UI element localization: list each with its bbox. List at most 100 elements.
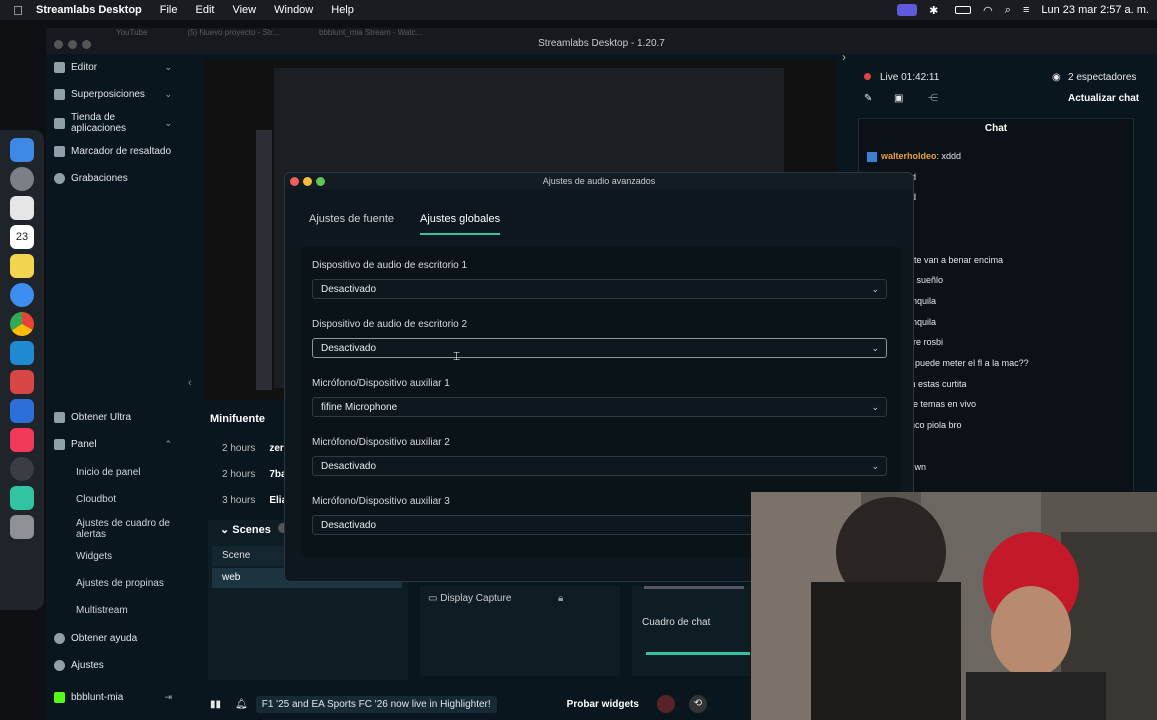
sidebar-subitem-widgets[interactable]: Widgets	[76, 551, 112, 562]
sidebar-item-help[interactable]: Obtener ayuda	[54, 633, 137, 644]
menu-window[interactable]: Window	[274, 4, 313, 16]
streamlabs-icon[interactable]	[10, 486, 34, 510]
collapse-sidebar-icon[interactable]: ‹	[188, 377, 192, 389]
safari-icon[interactable]	[10, 283, 34, 307]
bell-icon[interactable]: 🔔︎	[235, 699, 248, 710]
ultra-icon	[54, 412, 65, 423]
device-label: Micrófono/Dispositivo auxiliar 3	[312, 496, 450, 507]
notification-banner[interactable]: F1 '25 and EA Sports FC '26 now live in …	[255, 695, 497, 713]
menubar-clock[interactable]: Lun 23 mar 2:57 a. m.	[1041, 4, 1149, 16]
control-center-icon[interactable]: ≡	[1023, 4, 1029, 16]
scenes-title[interactable]: ⌄ Scenes	[220, 523, 288, 536]
desktop-audio-1-select[interactable]: Desactivado ⌄	[312, 279, 887, 299]
sidebar-subitem-alertbox[interactable]: Ajustes de cuadro de alertas	[76, 518, 172, 540]
sidebar-item-label: Ajustes	[71, 660, 104, 671]
mixer-source-label: Cuadro de chat	[642, 617, 711, 628]
music-icon[interactable]	[10, 428, 34, 452]
trash-icon[interactable]	[10, 515, 34, 539]
chat-username[interactable]: walterholdeo	[881, 151, 937, 161]
sidebar-item-ultra[interactable]: Obtener Ultra	[54, 412, 131, 423]
mouse-cursor-icon: ⌶	[453, 349, 461, 363]
menu-app-name[interactable]: Streamlabs Desktop	[36, 4, 142, 16]
pencil-icon[interactable]: ✎	[864, 93, 872, 104]
live-dot-icon	[864, 73, 871, 80]
menu-help[interactable]: Help	[331, 4, 354, 16]
sidebar-item-label: Superposiciones	[71, 89, 145, 100]
modal-titlebar: Ajustes de audio avanzados	[285, 173, 913, 189]
menu-file[interactable]: File	[160, 4, 178, 16]
search-icon[interactable]: ⌕	[1005, 4, 1011, 17]
record-button[interactable]	[656, 695, 675, 713]
sidebar-item-app-store[interactable]: Tienda de aplicaciones ⌄	[54, 112, 178, 134]
sidebar-item-settings[interactable]: Ajustes	[54, 660, 104, 671]
replay-icon[interactable]: ⟲	[688, 695, 707, 713]
mic-aux-2-select[interactable]: Desactivado ⌄	[312, 456, 887, 476]
screen-record-icon[interactable]	[897, 4, 918, 16]
app-red-icon[interactable]	[10, 370, 34, 394]
modal-tabs: Ajustes de fuente Ajustes globales	[309, 213, 501, 235]
nested-dock-preview	[256, 130, 272, 390]
wifi-icon[interactable]: ◠	[983, 4, 993, 17]
lock-icon[interactable]: 🔒︎	[558, 593, 563, 604]
volume-bar[interactable]	[644, 586, 744, 589]
bluetooth-icon[interactable]: ✱	[929, 4, 943, 17]
chrome-icon[interactable]	[10, 312, 34, 336]
window-title: Streamlabs Desktop - 1.20.7	[538, 38, 665, 49]
sidebar-item-recordings[interactable]: Grabaciones	[54, 173, 128, 184]
chat-title: Chat	[984, 123, 1008, 134]
refresh-chat-button[interactable]: Actualizar chat	[1068, 93, 1139, 104]
volume-meter[interactable]	[646, 652, 750, 655]
logout-icon[interactable]: ⇥	[164, 692, 172, 703]
modal-minimize-button[interactable]	[303, 177, 312, 186]
test-widgets-button[interactable]: Probar widgets	[567, 699, 639, 710]
sidebar-username: bbblunt-mia	[71, 692, 124, 703]
left-sidebar: Editor ⌄ Superposiciones ⌄ Tienda de apl…	[46, 54, 192, 720]
sources-panel: ▭ Display Capture 🔒︎	[420, 586, 620, 676]
vscode-icon[interactable]	[10, 341, 34, 365]
sidebar-subitem-dashboard[interactable]: Inicio de panel	[76, 467, 141, 478]
apple-menu-icon[interactable]: 	[0, 3, 36, 18]
sidebar-user[interactable]: bbblunt-mia ⇥	[54, 692, 178, 703]
system-settings-icon[interactable]	[10, 167, 34, 191]
chevron-down-icon: ⌄	[871, 402, 879, 412]
chat-text: : xddd	[936, 151, 962, 161]
share-icon[interactable]: ⋲	[928, 93, 938, 104]
chat-message: walterholdeo: xddd	[867, 151, 961, 162]
modal-zoom-button[interactable]	[316, 177, 325, 186]
menu-view[interactable]: View	[232, 4, 256, 16]
webcam-image	[751, 492, 1157, 720]
obs-icon[interactable]	[10, 457, 34, 481]
sidebar-item-editor[interactable]: Editor ⌄	[54, 62, 178, 73]
menu-edit[interactable]: Edit	[196, 4, 215, 16]
tab-global-settings[interactable]: Ajustes globales	[420, 213, 501, 235]
kick-logo-icon	[54, 692, 65, 703]
notes-icon[interactable]	[10, 254, 34, 278]
sidebar-item-label: Panel	[71, 439, 97, 450]
chevron-down-icon: ⌄	[164, 117, 172, 128]
chevron-right-icon[interactable]: ›	[842, 50, 846, 64]
sidebar-subitem-tips[interactable]: Ajustes de propinas	[76, 578, 164, 589]
minifuente-row: 2 hours zerit	[222, 443, 290, 454]
stats-icon[interactable]: ▮▮	[210, 699, 221, 710]
mic-aux-1-select[interactable]: fifine Microphone ⌄	[312, 397, 887, 417]
app-blue-icon[interactable]	[10, 399, 34, 423]
sidebar-subitem-multistream[interactable]: Multistream	[76, 605, 128, 616]
finder-icon[interactable]	[10, 138, 34, 162]
user-badge-icon	[867, 151, 877, 162]
modal-close-button[interactable]	[290, 177, 299, 186]
sidebar-item-panel[interactable]: Panel ⌃	[54, 439, 178, 450]
calendar-icon[interactable]: 23	[10, 225, 34, 249]
sidebar-item-overlays[interactable]: Superposiciones ⌄	[54, 89, 178, 100]
sidebar-subitem-cloudbot[interactable]: Cloudbot	[76, 494, 116, 505]
battery-icon[interactable]	[955, 6, 972, 14]
sidebar-item-highlighter[interactable]: Marcador de resaltado	[54, 146, 171, 157]
source-item[interactable]: ▭ Display Capture	[428, 593, 511, 604]
media-icon[interactable]: ▣	[894, 93, 903, 104]
minifuente-row: 3 hours Elian	[222, 495, 294, 506]
macos-menu-bar:  Streamlabs Desktop File Edit View Wind…	[0, 0, 1157, 20]
desktop-audio-2-select[interactable]: Desactivado ⌄	[312, 338, 887, 358]
launchpad-icon[interactable]	[10, 196, 34, 220]
chevron-down-icon: ⌄	[871, 461, 879, 471]
tab-source-settings[interactable]: Ajustes de fuente	[309, 213, 394, 235]
chat-header: Live 01:42:11 ◉ 2 espectadores ✎ ▣ ⋲ Act…	[858, 68, 1148, 118]
